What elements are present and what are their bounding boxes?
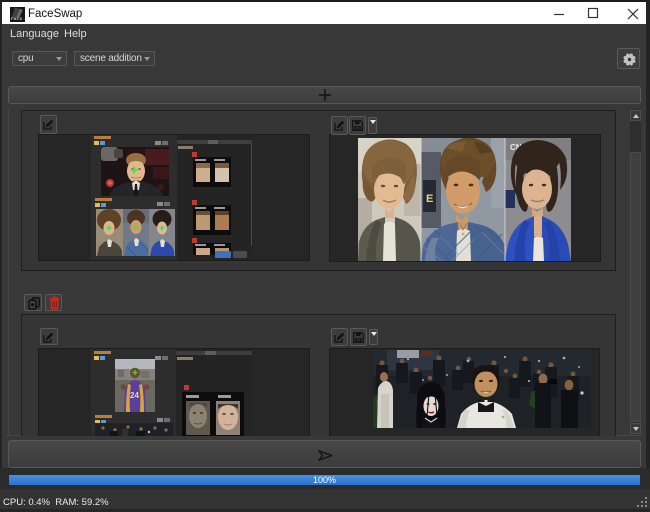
svg-text:E: E — [426, 193, 433, 205]
svg-text:24: 24 — [130, 391, 139, 400]
